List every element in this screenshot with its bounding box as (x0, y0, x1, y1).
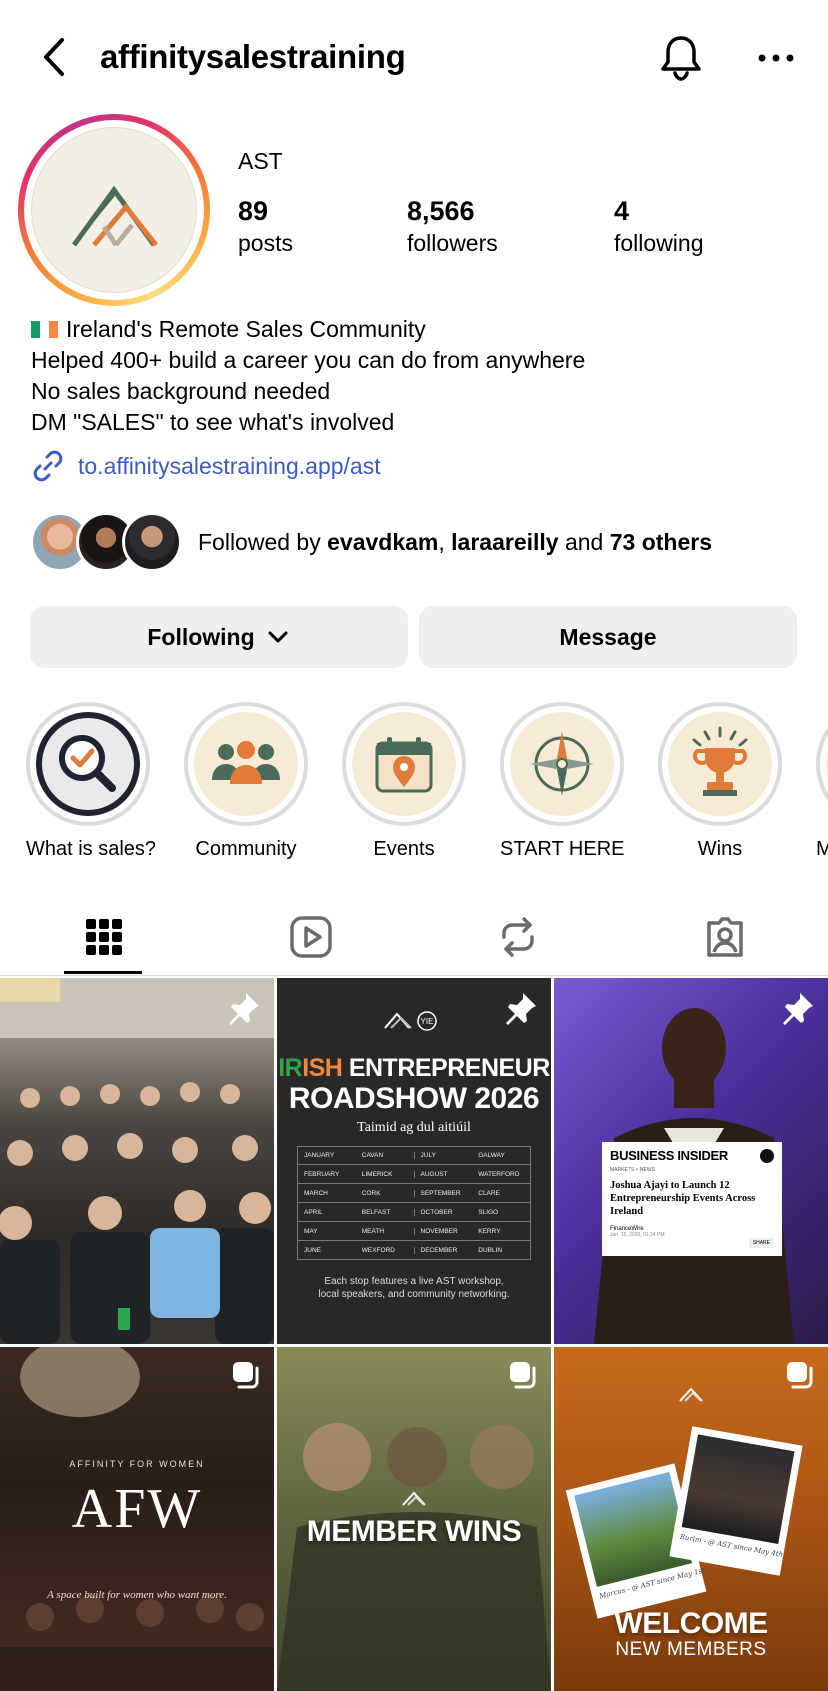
tab-grid[interactable] (0, 898, 207, 976)
highlight-wins[interactable]: Wins (658, 702, 782, 861)
schedule-cell: JUNE (304, 1246, 321, 1254)
highlight-community[interactable]: Community (184, 702, 308, 861)
active-tab-indicator (64, 971, 142, 974)
schedule-cell: CORK (361, 1189, 381, 1197)
ast-logo-mark (71, 185, 158, 247)
tagged-icon (706, 917, 743, 957)
schedule-row: APRIL BELFAST OCTOBER SLIGO (297, 1203, 531, 1222)
trophy-icon (692, 726, 748, 796)
followers-count[interactable]: 8,566 followers (407, 194, 498, 258)
schedule-cell: SLIGO (478, 1208, 499, 1216)
profile-avatar[interactable] (18, 114, 210, 306)
post-tile-roadshow[interactable]: YIE IRISH ENTREPRENEUR ROADSHOW 2026 Tai… (277, 978, 551, 1344)
schedule-row: JUNE WEXFORD DECEMBER DUBLIN (297, 1241, 531, 1260)
bell-icon (661, 36, 701, 81)
schedule-cell: MAY (304, 1227, 318, 1235)
reels-icon (289, 916, 332, 958)
schedule-row: MAY MEATH NOVEMBER KERRY (297, 1222, 531, 1241)
mutual-followers[interactable]: Followed by evavdkam, laraareilly and 73… (30, 512, 712, 572)
people-group-icon (212, 741, 280, 784)
following-count[interactable]: 4 following (614, 194, 704, 258)
schedule-cell: BELFAST (361, 1208, 391, 1216)
schedule-cell: SEPTEMBER (413, 1189, 473, 1197)
chevron-left-icon (44, 38, 64, 76)
post-tile-business-insider[interactable]: BUSINESS INSIDER MARKETS > NEWS Joshua A… (554, 978, 828, 1344)
roadshow-schedule-table: JANUARY CAVAN JULY GALWAY FEBRUARY LIMERICK AU… (297, 1146, 531, 1260)
schedule-cell: FEBRUARY (304, 1170, 340, 1178)
compass-icon (530, 732, 594, 796)
schedule-cell: GALWAY (478, 1152, 505, 1159)
back-button[interactable] (36, 34, 76, 80)
profile-tabs (0, 898, 828, 976)
schedule-cell: MARCH (304, 1189, 328, 1197)
news-card: BUSINESS INSIDER MARKETS > NEWS Joshua A… (602, 1142, 782, 1256)
tab-reposts[interactable] (414, 898, 621, 976)
pinned-icon (783, 993, 813, 1025)
schedule-cell: WEXFORD (361, 1246, 395, 1254)
post-tile-seminar[interactable] (0, 978, 274, 1344)
schedule-row: MARCH CORK SEPTEMBER CLARE (297, 1184, 531, 1203)
mutual-follower-avatar (122, 512, 182, 572)
post-tile-welcome[interactable]: Marcus - @ AST since May 1st Burim - @ A… (554, 1347, 828, 1691)
grid-icon (85, 919, 122, 955)
reposts-icon (501, 917, 534, 957)
pinned-icon (506, 993, 536, 1025)
carousel-icon (510, 1362, 536, 1389)
profile-display-name: AST (238, 148, 283, 174)
notifications-button[interactable] (656, 32, 706, 84)
carousel-icon (233, 1362, 259, 1389)
profile-username: affinitysalestraining (100, 38, 406, 75)
tab-reels[interactable] (207, 898, 414, 976)
schedule-cell: WATERFORD (478, 1170, 520, 1178)
magnifier-check-icon (42, 718, 134, 810)
schedule-cell: AUGUST (413, 1170, 473, 1178)
highlight-events[interactable]: Events (342, 702, 466, 861)
seminar-audience-photo (0, 978, 274, 1344)
highlight-what-is-sales[interactable]: What is sales? (26, 702, 156, 861)
tab-divider (0, 975, 828, 976)
highlight-partial[interactable]: M (816, 702, 828, 861)
carousel-icon (787, 1362, 813, 1389)
ast-logo (31, 127, 197, 293)
more-horizontal-icon (758, 54, 794, 62)
schedule-cell: CAVAN (361, 1152, 384, 1159)
profile-bio: Ireland's Remote Sales Community Helped … (31, 315, 586, 435)
polaroid-burim: Burim - @ AST since May 4th (669, 1426, 803, 1576)
posts-count[interactable]: 89 posts (238, 194, 293, 258)
highlight-start-here[interactable]: START HERE (500, 702, 624, 861)
chevron-down-icon (268, 631, 288, 643)
svg-text:YIE: YIE (421, 1017, 434, 1026)
schedule-cell: DECEMBER (413, 1246, 473, 1254)
link-icon (33, 450, 63, 482)
schedule-cell: KERRY (478, 1227, 501, 1235)
schedule-cell: JULY (413, 1152, 473, 1159)
schedule-cell: LIMERICK (361, 1170, 393, 1178)
tab-tagged[interactable] (621, 898, 828, 976)
post-tile-member-wins[interactable]: MEMBER WINS (277, 1347, 551, 1691)
ireland-flag-icon (31, 315, 58, 338)
schedule-cell: APRIL (304, 1208, 323, 1216)
schedule-row: FEBRUARY LIMERICK AUGUST WATERFORD (297, 1165, 531, 1184)
message-button[interactable]: Message (419, 606, 797, 668)
schedule-cell: CLARE (478, 1189, 500, 1197)
post-tile-afw[interactable]: AFFINITY FOR WOMEN AFW A space built for… (0, 1347, 274, 1691)
pinned-icon (229, 993, 259, 1025)
menu-icon (760, 1148, 774, 1163)
profile-link[interactable]: to.affinitysalestraining.app/ast (30, 448, 381, 484)
top-bar: affinitysalestraining (0, 0, 828, 116)
following-button[interactable]: Following (30, 606, 408, 668)
followed-by-text: Followed by evavdkam, laraareilly and 73… (198, 528, 712, 555)
schedule-cell: OCTOBER (413, 1208, 473, 1216)
calendar-pin-icon (375, 737, 433, 793)
schedule-cell: MEATH (361, 1227, 385, 1235)
schedule-cell: DUBLIN (478, 1246, 503, 1254)
schedule-cell: NOVEMBER (413, 1227, 473, 1235)
schedule-row: JANUARY CAVAN JULY GALWAY (297, 1146, 531, 1165)
ast-logo-mark (402, 1491, 426, 1506)
more-options-button[interactable] (752, 44, 800, 72)
schedule-cell: JANUARY (304, 1152, 335, 1159)
